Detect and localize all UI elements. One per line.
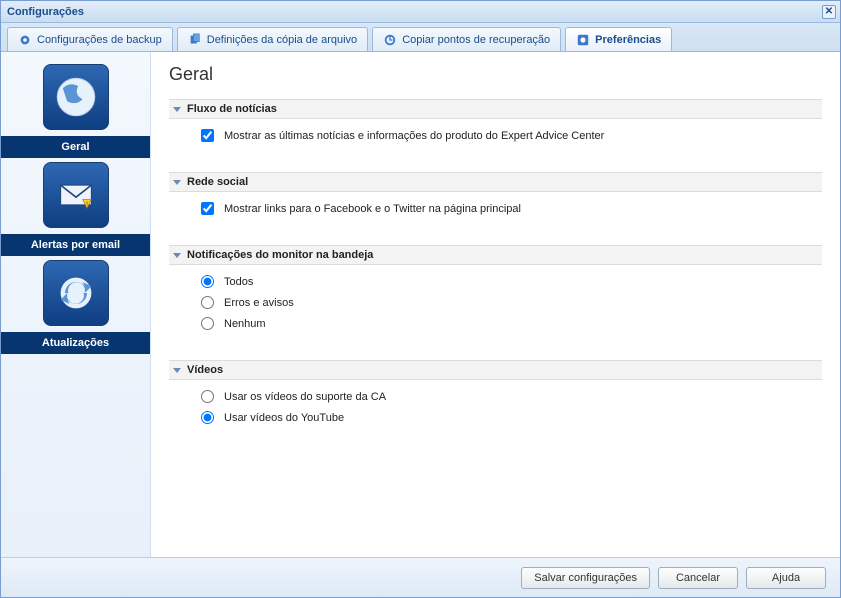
help-button[interactable]: Ajuda bbox=[746, 567, 826, 589]
sidebar-item-updates[interactable]: Atualizações bbox=[1, 256, 150, 354]
svg-text:!: ! bbox=[86, 201, 88, 208]
section-videos: Vídeos Usar os vídeos do suporte da CA U… bbox=[169, 360, 822, 436]
save-button[interactable]: Salvar configurações bbox=[521, 567, 650, 589]
section-header-newsfeed[interactable]: Fluxo de notícias bbox=[169, 99, 822, 119]
gear-icon bbox=[18, 33, 32, 47]
section-header-videos[interactable]: Vídeos bbox=[169, 360, 822, 380]
tab-label: Preferências bbox=[595, 34, 661, 46]
tab-copy-recovery-points[interactable]: Copiar pontos de recuperação bbox=[372, 27, 561, 51]
checkbox-label: Mostrar links para o Facebook e o Twitte… bbox=[224, 203, 521, 215]
section-title: Rede social bbox=[187, 176, 248, 188]
settings-window: Configurações ✕ Configurações de backup … bbox=[0, 0, 841, 598]
radio-label: Usar vídeos do YouTube bbox=[224, 412, 344, 424]
tab-label: Configurações de backup bbox=[37, 34, 162, 46]
radio-tray-all[interactable] bbox=[201, 275, 214, 288]
tab-bar: Configurações de backup Definições da có… bbox=[1, 23, 840, 51]
chevron-down-icon bbox=[173, 253, 181, 258]
titlebar: Configurações ✕ bbox=[1, 1, 840, 23]
content-area: Geral ! Alertas por email bbox=[1, 51, 840, 558]
checkbox-label: Mostrar as últimas notícias e informaçõe… bbox=[224, 130, 604, 142]
globe-icon bbox=[43, 64, 109, 130]
preferences-sidebar: Geral ! Alertas por email bbox=[1, 52, 151, 558]
tab-backup-settings[interactable]: Configurações de backup bbox=[7, 27, 173, 51]
section-header-tray[interactable]: Notificações do monitor na bandeja bbox=[169, 245, 822, 265]
section-tray: Notificações do monitor na bandeja Todos… bbox=[169, 245, 822, 342]
section-social: Rede social Mostrar links para o Faceboo… bbox=[169, 172, 822, 227]
tab-label: Copiar pontos de recuperação bbox=[402, 34, 550, 46]
radio-label: Todos bbox=[224, 276, 253, 288]
tab-label: Definições da cópia de arquivo bbox=[207, 34, 357, 46]
close-icon: ✕ bbox=[825, 6, 833, 17]
radio-label: Usar os vídeos do suporte da CA bbox=[224, 391, 386, 403]
copy-icon bbox=[188, 33, 202, 47]
tab-file-copy-settings[interactable]: Definições da cópia de arquivo bbox=[177, 27, 368, 51]
sidebar-item-label: Geral bbox=[1, 136, 150, 158]
section-newsfeed: Fluxo de notícias Mostrar as últimas not… bbox=[169, 99, 822, 154]
chevron-down-icon bbox=[173, 180, 181, 185]
section-header-social[interactable]: Rede social bbox=[169, 172, 822, 192]
section-title: Notificações do monitor na bandeja bbox=[187, 249, 373, 261]
update-icon bbox=[43, 260, 109, 326]
close-button[interactable]: ✕ bbox=[822, 5, 836, 19]
checkbox-newsfeed[interactable] bbox=[201, 129, 214, 142]
sidebar-item-email-alerts[interactable]: ! Alertas por email bbox=[1, 158, 150, 256]
recovery-icon bbox=[383, 33, 397, 47]
radio-label: Nenhum bbox=[224, 318, 266, 330]
window-title: Configurações bbox=[7, 6, 84, 18]
radio-label: Erros e avisos bbox=[224, 297, 294, 309]
footer-bar: Salvar configurações Cancelar Ajuda bbox=[1, 557, 840, 597]
tab-preferences[interactable]: Preferências bbox=[565, 27, 672, 51]
section-title: Fluxo de notícias bbox=[187, 103, 277, 115]
radio-tray-none[interactable] bbox=[201, 317, 214, 330]
chevron-down-icon bbox=[173, 107, 181, 112]
page-title: Geral bbox=[169, 64, 822, 85]
preferences-icon bbox=[576, 33, 590, 47]
mail-alert-icon: ! bbox=[43, 162, 109, 228]
checkbox-social[interactable] bbox=[201, 202, 214, 215]
sidebar-item-general[interactable]: Geral bbox=[1, 60, 150, 158]
section-title: Vídeos bbox=[187, 364, 223, 376]
cancel-button[interactable]: Cancelar bbox=[658, 567, 738, 589]
sidebar-item-label: Alertas por email bbox=[1, 234, 150, 256]
sidebar-item-label: Atualizações bbox=[1, 332, 150, 354]
radio-videos-youtube[interactable] bbox=[201, 411, 214, 424]
radio-videos-ca[interactable] bbox=[201, 390, 214, 403]
chevron-down-icon bbox=[173, 368, 181, 373]
radio-tray-errors[interactable] bbox=[201, 296, 214, 309]
main-panel: Geral Fluxo de notícias Mostrar as últim… bbox=[151, 52, 840, 558]
